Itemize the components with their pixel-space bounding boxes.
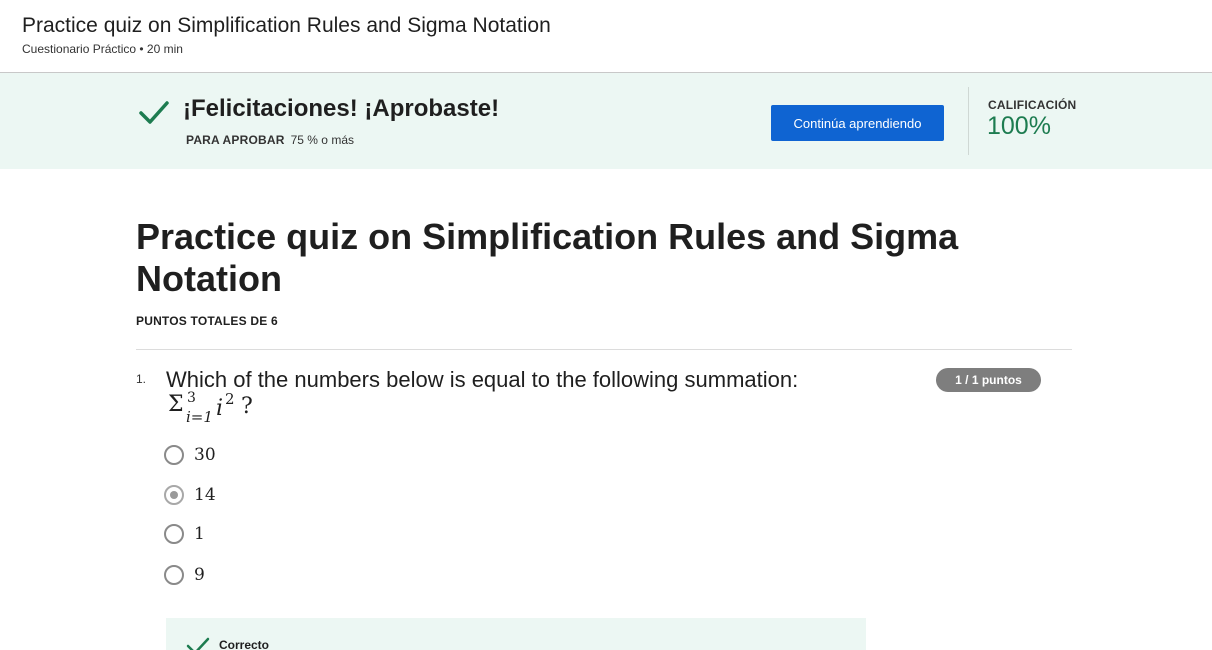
radio-button[interactable] [164,524,184,544]
question-mark: ? [241,394,253,419]
grade-value: 100% [987,112,1051,140]
congrats-message: ¡Felicitaciones! ¡Aprobaste! [183,95,500,122]
sum-variable: i [216,396,224,421]
question-number: 1. [136,372,147,386]
option-label: 1 [194,524,205,544]
page-title: Practice quiz on Simplification Rules an… [136,216,959,299]
check-icon [186,637,210,650]
total-points: PUNTOS TOTALES DE 6 [136,314,278,328]
option-label: 9 [194,565,205,585]
option-label: 14 [194,485,216,505]
result-banner: ¡Felicitaciones! ¡Aprobaste! PARA APROBA… [0,73,1212,169]
banner-divider [968,87,969,155]
sum-exponent: 2 [225,390,235,408]
pass-requirement: PARA APROBAR 75 % o más [186,133,354,147]
radio-button[interactable] [164,565,184,585]
header-meta: Cuestionario Práctico • 20 min [22,42,183,56]
points-badge: 1 / 1 puntos [936,368,1041,392]
radio-button-selected[interactable] [164,485,184,505]
feedback-box: Correcto [166,618,866,650]
check-icon [139,101,169,124]
sum-lower-limit: i=1 [186,408,213,426]
answer-option[interactable]: 1 [164,524,205,544]
radio-button[interactable] [164,445,184,465]
answer-option[interactable]: 9 [164,565,205,585]
pass-label: PARA APROBAR [186,133,285,147]
answer-option[interactable]: 30 [164,445,216,465]
question-text: Which of the numbers below is equal to t… [166,367,799,392]
sigma-symbol: Σ [168,392,184,417]
grade-label: CALIFICACIÓN [988,98,1077,112]
divider [136,349,1072,350]
continue-learning-button[interactable]: Continúa aprendiendo [771,105,944,141]
feedback-correct: Correcto [219,638,270,650]
sum-upper-limit: 3 [187,390,196,406]
top-header: Practice quiz on Simplification Rules an… [0,0,1212,73]
pass-value: 75 % o más [290,133,354,147]
header-title: Practice quiz on Simplification Rules an… [22,14,551,37]
answer-option[interactable]: 14 [164,485,216,505]
option-label: 30 [194,445,216,465]
